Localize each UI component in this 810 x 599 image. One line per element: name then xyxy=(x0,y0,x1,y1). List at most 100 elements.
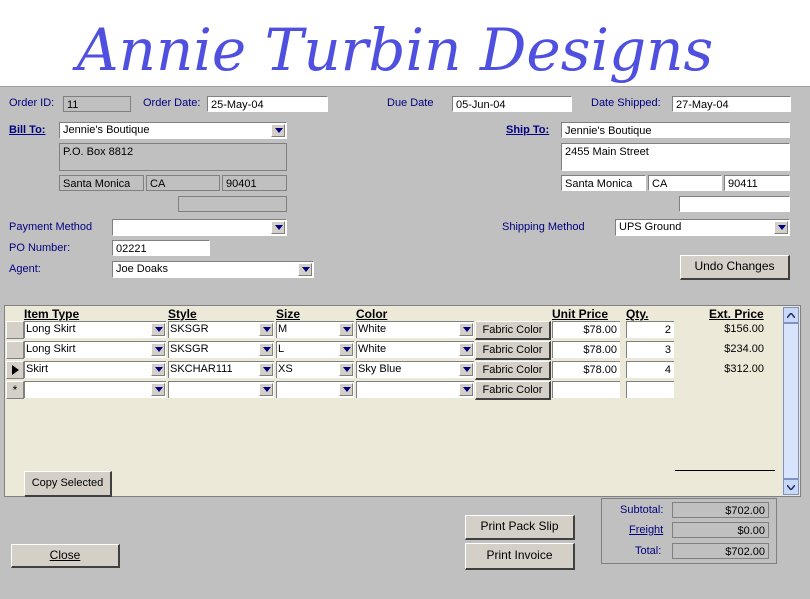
unit-price-cell[interactable] xyxy=(552,381,620,398)
qty-cell[interactable]: 2 xyxy=(626,321,674,338)
chevron-down-icon[interactable] xyxy=(339,343,353,356)
qty-cell[interactable] xyxy=(626,381,674,398)
freight-label: Freight xyxy=(629,524,664,536)
style-cell[interactable]: SKSGR xyxy=(168,321,274,338)
row-selector[interactable] xyxy=(6,361,24,379)
size-cell[interactable]: M xyxy=(276,321,354,338)
row-selector[interactable] xyxy=(6,321,24,339)
chevron-down-icon[interactable] xyxy=(774,221,788,234)
date-shipped-field[interactable]: 27-May-04 xyxy=(672,96,791,112)
scroll-thumb[interactable] xyxy=(783,323,799,479)
fabric-color-button[interactable]: Fabric Color xyxy=(475,361,551,380)
undo-changes-button[interactable]: Undo Changes xyxy=(680,255,790,280)
bill-to-city: Santa Monica xyxy=(59,175,144,191)
brand-banner: Annie Turbin Designs xyxy=(0,0,810,87)
order-id-field: 11 xyxy=(63,96,131,112)
color-cell[interactable]: White xyxy=(356,341,474,358)
col-item-type: Item Type xyxy=(24,307,80,321)
fabric-color-button[interactable]: Fabric Color xyxy=(475,321,551,340)
chevron-down-icon[interactable] xyxy=(339,383,353,396)
chevron-down-icon[interactable] xyxy=(151,363,165,376)
color-cell[interactable]: Sky Blue xyxy=(356,361,474,378)
fabric-color-button[interactable]: Fabric Color xyxy=(475,341,551,360)
chevron-down-icon[interactable] xyxy=(151,323,165,336)
chevron-down-icon[interactable] xyxy=(271,221,285,234)
shipping-method-combo[interactable]: UPS Ground xyxy=(615,219,790,236)
qty-cell[interactable]: 4 xyxy=(626,361,674,378)
style-cell[interactable]: SKCHAR111 xyxy=(168,361,274,378)
chevron-down-icon[interactable] xyxy=(339,323,353,336)
chevron-down-icon[interactable] xyxy=(259,363,273,376)
ship-to-zip[interactable]: 90411 xyxy=(724,175,790,191)
fabric-color-button[interactable]: Fabric Color xyxy=(475,381,551,400)
totals-panel: Subtotal: $702.00 Freight $0.00 Total: $… xyxy=(601,498,777,564)
agent-combo[interactable]: Joe Doaks xyxy=(112,261,314,278)
freight-field[interactable]: $0.00 xyxy=(672,522,769,538)
item-type-cell[interactable]: Long Skirt xyxy=(24,341,166,358)
col-qty: Qty. xyxy=(626,307,649,321)
new-row-marker[interactable]: * xyxy=(6,381,24,399)
item-type-cell[interactable]: Long Skirt xyxy=(24,321,166,338)
agent-value: Joe Doaks xyxy=(116,263,168,275)
bill-to-name-combo[interactable]: Jennie's Boutique xyxy=(59,122,287,139)
scroll-down-icon[interactable] xyxy=(783,479,799,495)
po-number-field[interactable]: 02221 xyxy=(112,240,210,256)
unit-price-cell[interactable]: $78.00 xyxy=(552,341,620,358)
po-number-label: PO Number: xyxy=(9,242,71,254)
sum-line xyxy=(675,470,775,471)
size-cell[interactable]: XS xyxy=(276,361,354,378)
chevron-down-icon[interactable] xyxy=(259,323,273,336)
chevron-down-icon[interactable] xyxy=(259,383,273,396)
ship-to-state[interactable]: CA xyxy=(648,175,722,191)
due-date-label: Due Date xyxy=(387,97,434,109)
payment-method-label: Payment Method xyxy=(9,221,93,233)
ship-to-extra[interactable] xyxy=(679,196,790,212)
print-pack-slip-button[interactable]: Print Pack Slip xyxy=(465,515,575,540)
chevron-down-icon[interactable] xyxy=(151,343,165,356)
col-ext-price: Ext. Price xyxy=(709,307,764,321)
col-unit-price: Unit Price xyxy=(552,307,609,321)
color-cell[interactable]: White xyxy=(356,321,474,338)
order-date-label: Order Date: xyxy=(143,97,201,109)
chevron-down-icon[interactable] xyxy=(151,383,165,396)
ext-price-value: $156.00 xyxy=(724,323,764,335)
vertical-scrollbar[interactable] xyxy=(783,307,799,495)
current-row-icon xyxy=(12,365,19,375)
due-date-field[interactable]: 05-Jun-04 xyxy=(452,96,572,112)
payment-method-combo[interactable] xyxy=(112,219,287,236)
ship-to-city[interactable]: Santa Monica xyxy=(561,175,646,191)
col-size: Size xyxy=(276,307,301,321)
bill-to-state: CA xyxy=(146,175,220,191)
ship-to-name[interactable]: Jennie's Boutique xyxy=(561,122,790,138)
scroll-up-icon[interactable] xyxy=(783,307,799,323)
size-cell[interactable]: L xyxy=(276,341,354,358)
chevron-down-icon[interactable] xyxy=(271,124,285,137)
row-selector[interactable] xyxy=(6,341,24,359)
agent-label: Agent: xyxy=(9,263,41,275)
close-button[interactable]: Close xyxy=(11,544,120,568)
bill-to-label: Bill To: xyxy=(9,124,46,136)
color-value: White xyxy=(358,323,387,335)
subtotal-label: Subtotal: xyxy=(620,504,664,516)
chevron-down-icon[interactable] xyxy=(339,363,353,376)
style-cell[interactable] xyxy=(168,381,274,398)
chevron-down-icon[interactable] xyxy=(459,323,473,336)
chevron-down-icon[interactable] xyxy=(459,363,473,376)
ship-to-address[interactable]: 2455 Main Street xyxy=(561,143,790,171)
chevron-down-icon[interactable] xyxy=(259,343,273,356)
unit-price-cell[interactable]: $78.00 xyxy=(552,361,620,378)
qty-cell[interactable]: 3 xyxy=(626,341,674,358)
chevron-down-icon[interactable] xyxy=(459,383,473,396)
print-invoice-button[interactable]: Print Invoice xyxy=(465,543,575,570)
chevron-down-icon[interactable] xyxy=(459,343,473,356)
color-cell[interactable] xyxy=(356,381,474,398)
order-date-field[interactable]: 25-May-04 xyxy=(207,96,328,112)
style-cell[interactable]: SKSGR xyxy=(168,341,274,358)
copy-selected-button[interactable]: Copy Selected xyxy=(24,471,112,497)
chevron-down-icon[interactable] xyxy=(298,263,312,276)
item-type-cell[interactable]: Skirt xyxy=(24,361,166,378)
size-cell[interactable] xyxy=(276,381,354,398)
item-type-cell[interactable] xyxy=(24,381,166,398)
date-shipped-label: Date Shipped: xyxy=(591,97,661,109)
unit-price-cell[interactable]: $78.00 xyxy=(552,321,620,338)
